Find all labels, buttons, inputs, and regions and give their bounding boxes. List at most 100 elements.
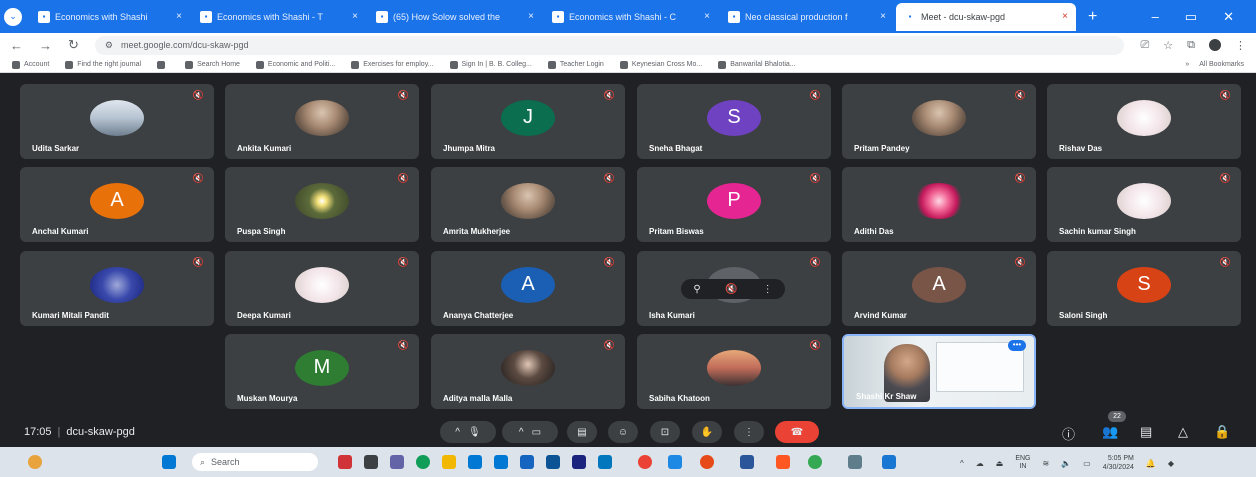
bookmark-item[interactable]: Sign In | B. B. Colleg... [449, 60, 532, 69]
tile-menu-icon[interactable]: ⋮ [763, 284, 773, 295]
people-icon[interactable]: 👥 [1102, 424, 1118, 440]
tile-more-icon[interactable]: ••• [1008, 340, 1026, 351]
tab-close-icon[interactable]: × [704, 11, 710, 22]
settings-icon[interactable] [848, 455, 862, 469]
extensions-icon[interactable]: ⧉ [1187, 39, 1195, 52]
store-icon[interactable] [468, 455, 482, 469]
usb-icon[interactable]: ⏏ [996, 459, 1004, 468]
onedrive-icon[interactable]: ☁ [976, 459, 984, 468]
chevron-up-icon[interactable]: ^ [455, 427, 460, 438]
chevron-up-icon[interactable]: ^ [519, 427, 524, 438]
teams-icon[interactable] [390, 455, 404, 469]
restore-icon[interactable]: ▭ [1185, 9, 1197, 25]
bookmark-item[interactable]: Economic and Politi... [255, 60, 335, 69]
word-app-icon[interactable] [520, 455, 534, 469]
participant-tile[interactable]: A 🔇 Arvind Kumar [842, 251, 1036, 326]
participant-tile[interactable]: 🔇 Sabiha Khatoon [637, 334, 831, 409]
browser-tab[interactable]: ▪ (65) How Solow solved the × [368, 3, 542, 31]
chrome-icon[interactable] [638, 455, 652, 469]
participant-tile[interactable]: 🔇 Ankita Kumari [225, 84, 419, 159]
more-options-button[interactable]: ⋮ [734, 421, 764, 443]
edge-icon[interactable] [416, 455, 430, 469]
info-icon[interactable]: ⓘ [1062, 424, 1075, 443]
emoji-button[interactable]: ☺ [608, 421, 638, 443]
host-controls-icon[interactable]: 🔒 [1214, 424, 1230, 440]
minimize-icon[interactable]: – [1152, 9, 1159, 25]
raise-hand-button[interactable]: ✋ [692, 421, 722, 443]
word-icon[interactable] [740, 455, 754, 469]
browser-tab[interactable]: ▪ Economics with Shashi × [30, 3, 190, 31]
participant-tile[interactable]: 🔇 Deepa Kumari [225, 251, 419, 326]
participant-tile[interactable]: S 🔇 Saloni Singh [1047, 251, 1241, 326]
app-icon-6[interactable] [700, 455, 714, 469]
mail-icon[interactable] [494, 455, 508, 469]
language-indicator[interactable]: ENG IN [1015, 455, 1030, 471]
participant-tile[interactable]: 🔇 Sachin kumar Singh [1047, 167, 1241, 242]
participant-tile[interactable]: A 🔇 Ananya Chatterjee [431, 251, 625, 326]
browser-tab[interactable]: ▪ Neo classical production f × [720, 3, 894, 31]
participant-tile[interactable]: 🔇 Rishav Das [1047, 84, 1241, 159]
app-icon-2[interactable] [546, 455, 560, 469]
participant-tile[interactable]: M 🔇 Muskan Mourya [225, 334, 419, 409]
bookmark-item[interactable]: Account [12, 60, 49, 69]
tab-search-icon[interactable]: ⌄ [4, 7, 22, 26]
participant-tile[interactable]: J 🔇 Jhumpa Mitra [431, 84, 625, 159]
volume-icon[interactable]: 🔈 [1061, 459, 1071, 468]
participant-tile[interactable]: S 🔇 Sneha Bhagat [637, 84, 831, 159]
app-icon-7[interactable] [776, 455, 790, 469]
participant-tile[interactable]: 🔇 Kumari Mitali Pandit [20, 251, 214, 326]
participant-tile[interactable]: P 🔇 Pritam Biswas [637, 167, 831, 242]
tab-close-icon[interactable]: × [880, 11, 886, 22]
chrome-profile-icon[interactable] [808, 455, 822, 469]
app-icon-4[interactable] [598, 455, 612, 469]
browser-tab[interactable]: ▪ Meet - dcu-skaw-pgd × [896, 2, 1076, 31]
menu-icon[interactable]: ⋮ [1235, 39, 1246, 52]
bookmark-item[interactable] [157, 60, 169, 69]
bookmark-item[interactable]: Keynesian Cross Mo... [619, 60, 702, 69]
participant-tile[interactable]: A 🔇 Anchal Kumari [20, 167, 214, 242]
chat-icon[interactable]: ▤ [1140, 424, 1152, 440]
browser-tab[interactable]: ▪ Economics with Shashi - C × [544, 3, 718, 31]
forward-icon[interactable]: → [39, 38, 52, 53]
app-icon-3[interactable] [572, 455, 586, 469]
close-window-icon[interactable]: ✕ [1223, 9, 1234, 25]
participant-tile[interactable]: 🔇 Udita Sarkar [20, 84, 214, 159]
bookmark-item[interactable]: Search Home [185, 60, 240, 69]
captions-button[interactable]: ▤ [567, 421, 597, 443]
start-icon[interactable] [162, 455, 176, 469]
site-info-icon[interactable]: ⚙ [105, 40, 113, 51]
app-icon-5[interactable] [668, 455, 682, 469]
cast-icon[interactable]: ⎚ [1140, 39, 1149, 52]
profile-avatar[interactable] [1209, 39, 1221, 51]
participant-tile[interactable]: 🔇 Amrita Mukherjee [431, 167, 625, 242]
url-field[interactable]: ⚙ meet.google.com/dcu-skaw-pgd [94, 35, 1125, 55]
bookmark-item[interactable]: Find the right journal [65, 60, 141, 69]
all-bookmarks-link[interactable]: All Bookmarks [1199, 61, 1244, 68]
bookmark-item[interactable]: Exercises for employ... [351, 60, 434, 69]
weather-icon[interactable] [28, 455, 42, 469]
notification-icon[interactable]: 🔔 [1146, 459, 1156, 468]
taskbar-search[interactable]: ⌕ Search [192, 453, 318, 471]
pin-icon[interactable]: ⚲ [693, 284, 700, 295]
participant-tile[interactable]: 🔇 ⚲ 🔇 ⋮ Isha Kumari [637, 251, 831, 326]
more-bookmarks-icon[interactable]: » [1185, 61, 1189, 68]
present-button[interactable]: ⊡ [650, 421, 680, 443]
task-view-icon[interactable] [364, 455, 378, 469]
bookmark-item[interactable]: Teacher Login [547, 60, 604, 69]
battery-icon[interactable]: ▭ [1083, 459, 1091, 468]
participant-tile[interactable]: ••• Shashi Kr Shaw [842, 334, 1036, 409]
end-call-button[interactable]: ☎ [775, 421, 819, 443]
activities-icon[interactable]: △ [1178, 424, 1188, 440]
star-icon[interactable]: ☆ [1163, 39, 1173, 52]
copilot-icon[interactable]: ◆ [1168, 459, 1174, 468]
mic-button[interactable]: ^ 🎙 [440, 421, 496, 443]
reload-icon[interactable]: ↻ [68, 37, 79, 53]
app-icon-1[interactable] [338, 455, 352, 469]
file-explorer-icon[interactable] [442, 455, 456, 469]
mute-participant-icon[interactable]: 🔇 [725, 284, 737, 295]
participant-tile[interactable]: 🔇 Puspa Singh [225, 167, 419, 242]
wifi-icon[interactable]: ≋ [1043, 459, 1050, 468]
tab-close-icon[interactable]: × [176, 11, 182, 22]
chevron-up-icon[interactable]: ^ [960, 459, 964, 468]
participant-tile[interactable]: 🔇 Adithi Das [842, 167, 1036, 242]
